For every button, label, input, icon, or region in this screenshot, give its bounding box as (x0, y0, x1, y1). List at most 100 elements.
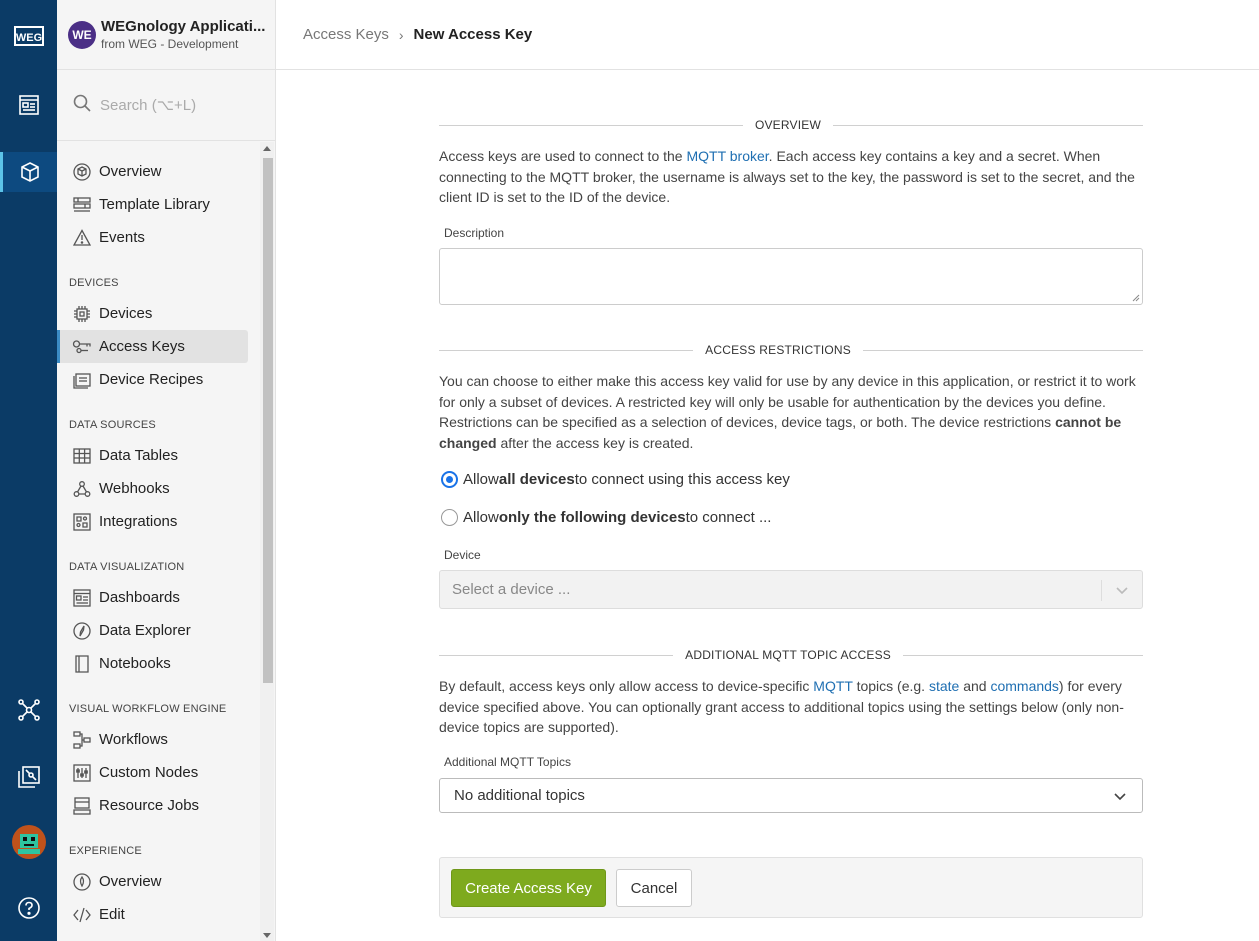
scrollbar-thumb[interactable] (263, 158, 273, 683)
search-box[interactable]: Search (⌥+L) (57, 70, 275, 141)
overview-heading: OVERVIEW (439, 117, 1143, 133)
sidebar-item-workflows[interactable]: Workflows (57, 723, 248, 756)
dashboard-icon[interactable] (0, 85, 57, 125)
sidebar-item-overview[interactable]: Overview (57, 155, 248, 188)
sidebar-item-template-library[interactable]: Template Library (57, 188, 248, 221)
sidebar-item-label: Devices (99, 305, 153, 322)
sidebar-item-label: Custom Nodes (99, 764, 199, 781)
resize-grip-icon[interactable] (1132, 294, 1140, 302)
sidebar-item-data-explorer[interactable]: Data Explorer (57, 614, 248, 647)
sidebar-nav: Overview Template Library Events DEVICES… (57, 142, 260, 941)
breadcrumb: Access Keys › New Access Key (276, 0, 1259, 70)
page-title: New Access Key (413, 26, 533, 43)
experience-icon (72, 872, 92, 892)
mqtt-broker-link[interactable]: MQTT broker (686, 148, 768, 164)
sidebar-item-label: Resource Jobs (99, 797, 200, 814)
search-placeholder: Search (⌥+L) (100, 97, 197, 114)
radio-allow-all-devices[interactable]: Allow all devices to connect using this … (441, 471, 790, 488)
sidebar-item-label: Webhooks (99, 480, 170, 497)
radio-unchecked-icon[interactable] (441, 509, 458, 526)
global-nav-rail: WEG (0, 0, 57, 941)
cancel-button[interactable]: Cancel (616, 869, 692, 907)
description-label: Description (444, 226, 505, 240)
access-restrictions-heading: ACCESS RESTRICTIONS (439, 342, 1143, 358)
compass-icon (72, 621, 92, 641)
notebook-icon (72, 654, 92, 674)
sidebar-item-device-recipes[interactable]: Device Recipes (57, 363, 248, 396)
sidebar-item-resource-jobs[interactable]: Resource Jobs (57, 789, 248, 822)
sidebar-item-devices[interactable]: Devices (57, 297, 248, 330)
server-icon (72, 796, 92, 816)
application-cube-icon[interactable] (0, 152, 57, 192)
sidebar-item-label: Access Keys (99, 338, 185, 355)
sidebar-item-custom-nodes[interactable]: Custom Nodes (57, 756, 248, 789)
section-title-experience: EXPERIENCE (69, 845, 142, 857)
sidebar-item-label: Overview (99, 163, 162, 180)
help-icon[interactable] (0, 888, 57, 928)
sidebar-item-experience-overview[interactable]: Overview (57, 865, 248, 898)
scroll-down-icon[interactable] (263, 933, 271, 938)
section-title-visual-workflow-engine: VISUAL WORKFLOW ENGINE (69, 703, 227, 715)
radio-allow-following-devices[interactable]: Allow only the following devices to conn… (441, 509, 771, 526)
mqtt-topic-heading: ADDITIONAL MQTT TOPIC ACCESS (439, 647, 1143, 663)
stacked-apps-icon[interactable] (0, 757, 57, 797)
app-subtitle: from WEG - Development (101, 37, 239, 51)
sidebar-scrollbar[interactable] (260, 142, 274, 941)
webhook-icon (72, 479, 92, 499)
sidebar-item-data-tables[interactable]: Data Tables (57, 439, 248, 472)
commands-link[interactable]: commands (990, 678, 1058, 694)
breadcrumb-parent[interactable]: Access Keys (303, 26, 389, 43)
mqtt-link[interactable]: MQTT (813, 678, 852, 694)
code-icon (72, 905, 92, 925)
scroll-up-icon[interactable] (263, 146, 271, 151)
table-icon (72, 446, 92, 466)
app-avatar: WE (68, 20, 96, 49)
sidebar-item-label: Dashboards (99, 589, 180, 606)
section-title-devices: DEVICES (69, 277, 119, 289)
chevron-down-icon (1116, 587, 1128, 595)
create-access-key-button[interactable]: Create Access Key (451, 869, 606, 907)
sidebar-item-access-keys[interactable]: Access Keys (57, 330, 248, 363)
svg-text:WEG: WEG (15, 32, 41, 44)
sidebar-item-label: Notebooks (99, 655, 171, 672)
state-link[interactable]: state (929, 678, 959, 694)
sidebar-item-dashboards[interactable]: Dashboards (57, 581, 248, 614)
sidebar-item-label: Device Recipes (99, 371, 204, 388)
sidebar-item-notebooks[interactable]: Notebooks (57, 647, 248, 680)
key-icon (72, 337, 92, 357)
weg-logo-icon[interactable]: WEG (0, 16, 57, 56)
integrations-network-icon[interactable] (0, 690, 57, 730)
sidebar-item-webhooks[interactable]: Webhooks (57, 472, 248, 505)
chevron-down-icon (1114, 793, 1126, 801)
sidebar-item-label: Data Explorer (99, 622, 191, 639)
description-textarea[interactable] (439, 248, 1143, 305)
library-icon (72, 195, 92, 215)
sidebar-item-label: Data Tables (99, 447, 178, 464)
sidebar-item-integrations[interactable]: Integrations (57, 505, 248, 538)
additional-topics-value: No additional topics (454, 787, 585, 804)
sidebar-item-label: Edit (99, 906, 125, 923)
device-select-placeholder: Select a device ... (452, 581, 571, 598)
app-name: WEGnology Applicati... (101, 18, 266, 35)
app-sidebar: WE WEGnology Applicati... from WEG - Dev… (57, 0, 276, 941)
additional-topics-select[interactable]: No additional topics (439, 778, 1143, 813)
breadcrumb-separator: › (398, 26, 404, 43)
app-switcher[interactable]: WE WEGnology Applicati... from WEG - Dev… (57, 0, 275, 70)
radio-checked-icon[interactable] (441, 471, 458, 488)
sidebar-item-label: Overview (99, 873, 162, 890)
sidebar-item-label: Integrations (99, 513, 178, 530)
recipe-icon (72, 370, 92, 390)
overview-description: Access keys are used to connect to the M… (439, 148, 1135, 205)
additional-topics-label: Additional MQTT Topics (444, 755, 571, 769)
sidebar-item-label: Events (99, 229, 145, 246)
workflow-icon (72, 730, 92, 750)
chip-icon (72, 304, 92, 324)
cube-circle-icon (72, 162, 92, 182)
user-avatar-icon[interactable] (0, 822, 57, 862)
sidebar-item-events[interactable]: Events (57, 221, 248, 254)
sidebar-item-edit[interactable]: Edit (57, 898, 248, 931)
sidebar-item-label: Template Library (99, 196, 210, 213)
sliders-icon (72, 763, 92, 783)
search-icon (73, 94, 91, 117)
mqtt-topic-description: By default, access keys only allow acces… (439, 678, 1124, 735)
